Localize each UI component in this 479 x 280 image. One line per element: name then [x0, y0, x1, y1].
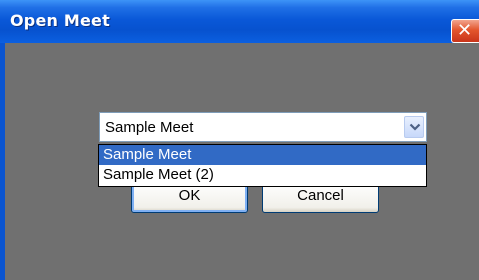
title-bar[interactable]: Open Meet ✕	[0, 0, 479, 43]
close-button[interactable]: ✕	[451, 19, 479, 43]
meet-select-value: Sample Meet	[105, 119, 194, 136]
close-icon: ✕	[457, 20, 473, 41]
open-meet-dialog: Open Meet ✕ Sample Meet OK Cancel Sample…	[0, 0, 479, 280]
dropdown-option-sample-meet[interactable]: Sample Meet	[99, 145, 426, 165]
meet-select[interactable]: Sample Meet	[99, 112, 427, 142]
meet-dropdown-list: Sample Meet Sample Meet (2)	[98, 144, 427, 187]
chevron-down-icon	[409, 123, 421, 131]
window-title: Open Meet	[10, 11, 110, 30]
dropdown-arrow-button[interactable]	[404, 116, 424, 138]
dropdown-option-sample-meet-2[interactable]: Sample Meet (2)	[99, 165, 426, 185]
